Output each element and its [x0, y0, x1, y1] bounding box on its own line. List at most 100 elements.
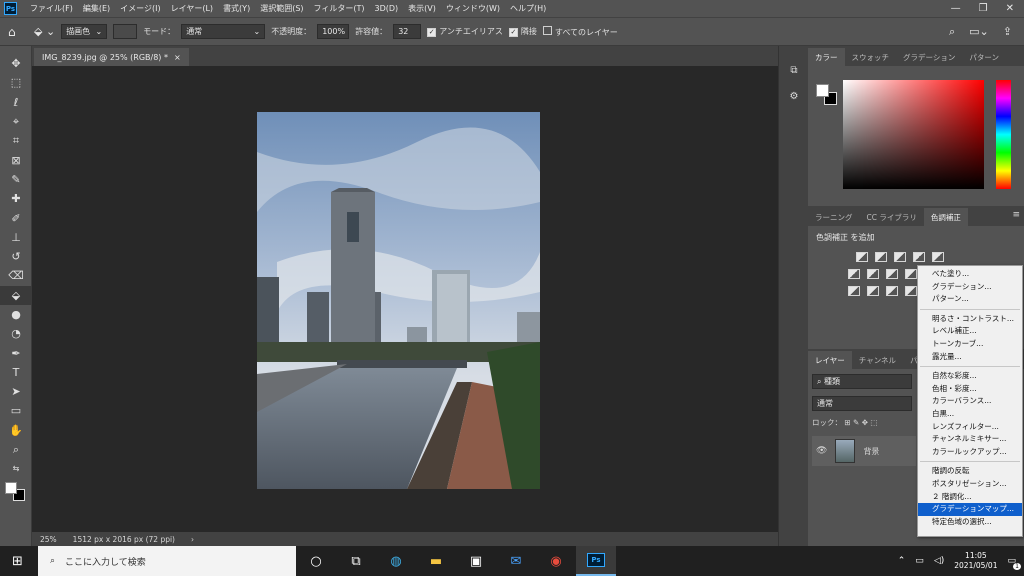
- menu-item-gradient[interactable]: グラデーション...: [918, 281, 1022, 294]
- photoshop-logo[interactable]: Ps: [4, 2, 17, 15]
- healing-brush-tool-icon[interactable]: ✚: [0, 189, 32, 208]
- home-icon[interactable]: ⌂: [8, 25, 28, 39]
- menu-select[interactable]: 選択範囲(S): [255, 3, 308, 14]
- menu-item-invert[interactable]: 階調の反転: [918, 465, 1022, 478]
- crop-tool-icon[interactable]: ⌗: [0, 131, 32, 150]
- all-layers-option[interactable]: すべてのレイヤー: [542, 25, 618, 38]
- exposure-icon[interactable]: [913, 251, 925, 262]
- paint-bucket-tool-icon[interactable]: ⬙: [0, 285, 32, 305]
- tab-swatches[interactable]: スウォッチ: [845, 48, 897, 66]
- document-tab[interactable]: IMG_8239.jpg @ 25% (RGB/8) * ×: [34, 48, 189, 66]
- menu-item-threshold[interactable]: ２ 階調化...: [918, 491, 1022, 504]
- lasso-tool-icon[interactable]: ℓ: [0, 93, 32, 112]
- blend-mode-select[interactable]: 通常: [812, 396, 912, 411]
- fill-source-select[interactable]: 描画色 ⌄: [61, 24, 108, 39]
- move-tool-icon[interactable]: ✥: [0, 54, 32, 73]
- antialias-option[interactable]: ✓ アンチエイリアス: [427, 26, 503, 37]
- levels-icon[interactable]: [875, 251, 887, 262]
- menu-layer[interactable]: レイヤー(L): [166, 3, 218, 14]
- menu-file[interactable]: ファイル(F): [25, 3, 78, 14]
- menu-item-hue-saturation[interactable]: 色相・彩度...: [918, 383, 1022, 396]
- tab-channels[interactable]: チャンネル: [852, 351, 903, 369]
- task-view-icon[interactable]: ⧉: [336, 546, 376, 576]
- tab-color[interactable]: カラー: [808, 48, 845, 66]
- menu-item-levels[interactable]: レベル補正...: [918, 325, 1022, 338]
- menu-edit[interactable]: 編集(E): [78, 3, 115, 14]
- menu-item-curves[interactable]: トーンカーブ...: [918, 338, 1022, 351]
- color-balance-icon[interactable]: [867, 268, 879, 279]
- contiguous-checkbox[interactable]: ✓: [508, 27, 518, 37]
- tab-cc-libraries[interactable]: CC ライブラリ: [860, 208, 924, 226]
- menu-type[interactable]: 書式(Y): [218, 3, 255, 14]
- color-field[interactable]: [843, 80, 984, 189]
- menu-item-gradient-map[interactable]: グラデーションマップ...: [918, 503, 1022, 516]
- menu-view[interactable]: 表示(V): [403, 3, 441, 14]
- workspace-icon[interactable]: ▭⌄: [969, 25, 989, 39]
- photoshop-taskbar-icon[interactable]: Ps: [576, 546, 616, 576]
- share-icon[interactable]: ⇪: [1003, 25, 1012, 39]
- clock[interactable]: 11:05 2021/05/01: [954, 551, 997, 571]
- edge-icon[interactable]: ◍: [376, 546, 416, 576]
- rectangle-tool-icon[interactable]: ▭: [0, 401, 32, 420]
- dodge-tool-icon[interactable]: ◔: [0, 324, 32, 343]
- menu-item-solid-color[interactable]: べた塗り...: [918, 268, 1022, 281]
- notification-icon[interactable]: ▭ 1: [1007, 556, 1021, 570]
- hue-slider[interactable]: [996, 80, 1011, 189]
- opacity-field[interactable]: 100%: [317, 24, 350, 39]
- menu-filter[interactable]: フィルター(T): [309, 3, 370, 14]
- menu-item-brightness-contrast[interactable]: 明るさ・コントラスト...: [918, 313, 1022, 326]
- marquee-tool-icon[interactable]: ⬚: [0, 73, 32, 92]
- menu-image[interactable]: イメージ(I): [115, 3, 165, 14]
- close-button[interactable]: ✕: [1006, 3, 1014, 14]
- cortana-icon[interactable]: ○: [296, 546, 336, 576]
- maximize-button[interactable]: ❐: [979, 3, 988, 14]
- windows-start-icon[interactable]: ⊞: [12, 554, 23, 569]
- lock-icons[interactable]: ⊞ ✎ ✥ ⬚: [844, 418, 877, 427]
- minimize-button[interactable]: —: [951, 3, 961, 14]
- chrome-icon[interactable]: ◉: [536, 546, 576, 576]
- canvas-area[interactable]: [32, 66, 778, 532]
- history-panel-icon[interactable]: ⧉: [782, 60, 806, 80]
- frame-tool-icon[interactable]: ⊠: [0, 150, 32, 169]
- vibrance-icon[interactable]: [932, 251, 944, 262]
- eyedropper-tool-icon[interactable]: ✎: [0, 170, 32, 189]
- color-swatches[interactable]: [0, 479, 31, 509]
- menu-item-photo-filter[interactable]: レンズフィルター...: [918, 421, 1022, 434]
- document-image[interactable]: [257, 112, 540, 489]
- menu-item-selective-color[interactable]: 特定色域の選択...: [918, 516, 1022, 529]
- menu-item-posterize[interactable]: ポスタリゼーション...: [918, 478, 1022, 491]
- file-explorer-icon[interactable]: ▬: [416, 546, 456, 576]
- all-layers-checkbox[interactable]: [542, 25, 552, 35]
- contiguous-option[interactable]: ✓ 隣接: [508, 26, 537, 37]
- black-white-icon[interactable]: [886, 268, 898, 279]
- panel-fg-color[interactable]: [816, 84, 829, 97]
- paint-bucket-preset-icon[interactable]: ⬙ ⌄: [34, 25, 55, 38]
- eraser-tool-icon[interactable]: ⌫: [0, 266, 32, 285]
- menu-3d[interactable]: 3D(D): [370, 4, 404, 13]
- properties-panel-icon[interactable]: ⚙: [782, 86, 806, 106]
- brush-tool-icon[interactable]: ✐: [0, 208, 32, 227]
- menu-item-color-lookup[interactable]: カラールックアップ...: [918, 446, 1022, 459]
- history-brush-tool-icon[interactable]: ↺: [0, 247, 32, 266]
- pattern-picker[interactable]: [113, 24, 138, 39]
- search-icon[interactable]: ⌕: [949, 25, 955, 39]
- blur-tool-icon[interactable]: ●: [0, 305, 32, 324]
- posterize-icon[interactable]: [867, 285, 879, 296]
- layer-kind-filter[interactable]: ⌕ 種類: [812, 374, 912, 389]
- invert-icon[interactable]: [848, 285, 860, 296]
- menu-item-black-white[interactable]: 白黒...: [918, 408, 1022, 421]
- mail-icon[interactable]: ✉: [496, 546, 536, 576]
- zoom-level[interactable]: 25%: [40, 535, 57, 544]
- hue-saturation-icon[interactable]: [848, 268, 860, 279]
- path-select-tool-icon[interactable]: ➤: [0, 382, 32, 401]
- layer-row[interactable]: 👁 背景: [812, 436, 916, 466]
- status-menu-arrow[interactable]: ›: [191, 535, 194, 544]
- menu-item-pattern[interactable]: パターン...: [918, 293, 1022, 306]
- menu-item-vibrance[interactable]: 自然な彩度...: [918, 370, 1022, 383]
- clone-stamp-tool-icon[interactable]: ⊥: [0, 228, 32, 247]
- visibility-eye-icon[interactable]: 👁: [816, 446, 827, 456]
- pen-tool-icon[interactable]: ✒: [0, 343, 32, 362]
- taskbar-search[interactable]: ⌕ ここに入力して検索: [38, 546, 296, 576]
- zoom-tool-icon[interactable]: ⌕: [0, 440, 32, 459]
- menu-item-exposure[interactable]: 露光量...: [918, 351, 1022, 364]
